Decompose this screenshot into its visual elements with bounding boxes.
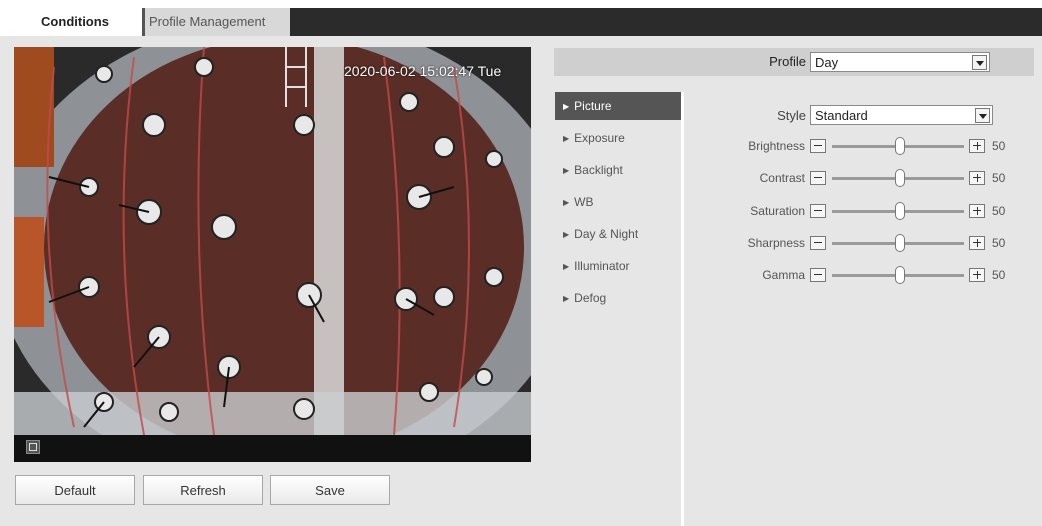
save-button[interactable]: Save (270, 475, 390, 505)
video-timestamp: 2020-06-02 15:02:47 Tue (344, 63, 502, 79)
menu-item-wb[interactable]: ▶ WB (555, 188, 681, 216)
tab-bar-strip (290, 8, 1042, 36)
tab-conditions[interactable]: Conditions (10, 8, 140, 36)
profile-row: Profile Day (554, 48, 1034, 76)
menu-item-exposure[interactable]: ▶ Exposure (555, 124, 681, 152)
slider-value: 50 (992, 236, 1006, 250)
video-toolbar (14, 435, 531, 462)
triangle-right-icon: ▶ (563, 134, 570, 143)
increase-button[interactable] (969, 204, 985, 218)
slider-thumb[interactable] (895, 202, 905, 220)
menu-divider (681, 92, 684, 526)
fisheye-scene-image (14, 47, 531, 435)
style-select[interactable]: Standard (810, 105, 993, 125)
profile-select-value: Day (815, 55, 839, 70)
increase-button[interactable] (969, 236, 985, 250)
triangle-right-icon: ▶ (563, 230, 570, 239)
decrease-button[interactable] (810, 204, 826, 218)
menu-item-day-night[interactable]: ▶ Day & Night (555, 220, 681, 248)
slider-label: Sharpness (747, 236, 805, 250)
triangle-right-icon: ▶ (563, 102, 570, 111)
menu-item-label: Exposure (574, 131, 625, 145)
slider-label: Contrast (759, 171, 805, 185)
slider-value: 50 (992, 139, 1006, 153)
menu-item-backlight[interactable]: ▶ Backlight (555, 156, 681, 184)
menu-item-label: Defog (574, 291, 607, 305)
menu-item-defog[interactable]: ▶ Defog (555, 284, 681, 312)
profile-select[interactable]: Day (810, 52, 990, 72)
slider-value: 50 (992, 171, 1006, 185)
slider-thumb[interactable] (895, 137, 905, 155)
slider-label: Brightness (748, 139, 805, 153)
chevron-down-icon (972, 55, 987, 70)
slider-value: 50 (992, 204, 1006, 218)
triangle-right-icon: ▶ (563, 166, 570, 175)
profile-label: Profile (769, 54, 806, 69)
refresh-button[interactable]: Refresh (143, 475, 263, 505)
slider-label: Saturation (750, 204, 805, 218)
menu-item-picture[interactable]: ▶ Picture (555, 92, 681, 120)
default-button[interactable]: Default (15, 475, 135, 505)
increase-button[interactable] (969, 171, 985, 185)
menu-item-label: Picture (574, 99, 612, 113)
slider-thumb[interactable] (895, 234, 905, 252)
increase-button[interactable] (969, 139, 985, 153)
decrease-button[interactable] (810, 236, 826, 250)
increase-button[interactable] (969, 268, 985, 282)
decrease-button[interactable] (810, 171, 826, 185)
slider-thumb[interactable] (895, 169, 905, 187)
image-settings-menu: ▶ Picture ▶ Exposure ▶ Backlight ▶ WB ▶ Day &… (555, 92, 681, 526)
menu-item-label: Day & Night (574, 227, 639, 241)
slider-value: 50 (992, 268, 1006, 282)
slider-thumb[interactable] (895, 266, 905, 284)
fullscreen-icon[interactable] (26, 440, 40, 454)
menu-item-illuminator[interactable]: ▶ Illuminator (555, 252, 681, 280)
decrease-button[interactable] (810, 268, 826, 282)
slider-label: Gamma (762, 268, 805, 282)
live-video-view: 2020-06-02 15:02:47 Tue (14, 47, 531, 435)
menu-item-label: Backlight (574, 163, 623, 177)
menu-item-label: Illuminator (574, 259, 630, 273)
triangle-right-icon: ▶ (563, 294, 570, 303)
menu-item-label: WB (574, 195, 594, 209)
style-label: Style (777, 108, 806, 123)
triangle-right-icon: ▶ (563, 198, 570, 207)
decrease-button[interactable] (810, 139, 826, 153)
style-select-value: Standard (815, 108, 868, 123)
triangle-right-icon: ▶ (563, 262, 570, 271)
tab-profile-management[interactable]: Profile Management (142, 8, 290, 36)
chevron-down-icon (975, 108, 990, 123)
tab-bar: Conditions Profile Management (0, 0, 1042, 36)
